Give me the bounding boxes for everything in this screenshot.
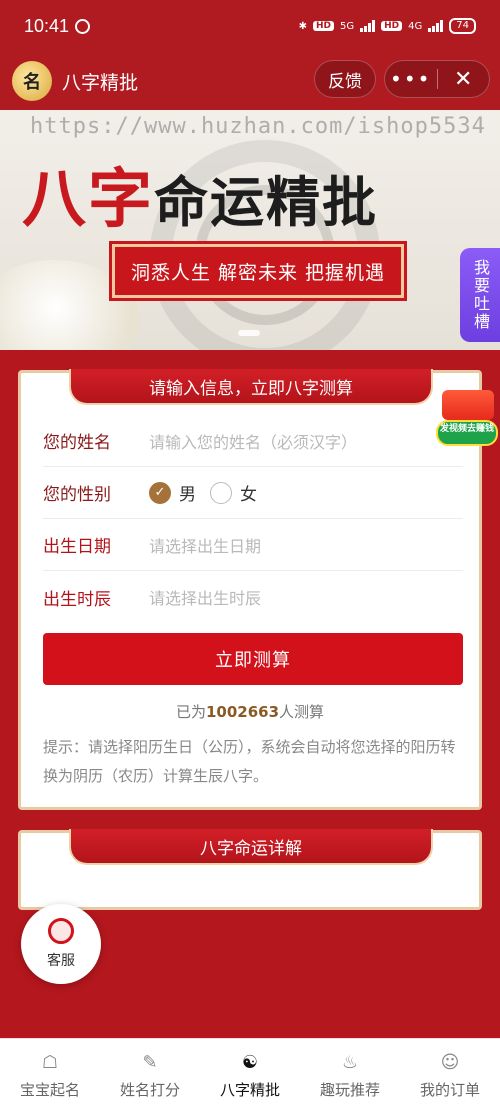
score-icon: ✎: [142, 1051, 158, 1073]
usage-count: 已为1002663人测算: [21, 701, 479, 722]
tab-bazi[interactable]: ☯ 八字精批: [200, 1039, 300, 1111]
tab-label: 宝宝起名: [19, 1081, 80, 1099]
more-icon[interactable]: •••: [385, 67, 437, 91]
status-indicators: ✱ HD 5G HD 4G 74: [299, 18, 476, 34]
customer-service-button[interactable]: 客服: [21, 904, 101, 984]
form-heading: 请输入信息，立即八字测算: [69, 369, 433, 405]
bazi-detail-card: 八字命运详解: [18, 829, 482, 910]
hd-badge: HD: [312, 21, 334, 31]
customer-service-label: 客服: [47, 953, 75, 969]
name-label: 您的姓名: [43, 433, 111, 453]
checked-icon: ✓: [149, 481, 171, 504]
app-logo: 名: [12, 61, 52, 101]
app-header: 名 八字精批 反馈 ••• ✕: [0, 52, 500, 110]
complain-button[interactable]: 我要吐槽: [460, 248, 500, 342]
hd-badge-2: HD: [381, 21, 403, 31]
gender-female-radio[interactable]: 女: [210, 480, 257, 505]
banner-title-black: 命运精批: [154, 170, 378, 234]
alarm-icon: [75, 18, 91, 34]
feedback-button[interactable]: 反馈: [314, 60, 376, 98]
tab-my-orders[interactable]: ☺ 我的订单: [400, 1039, 500, 1111]
tab-fun-recommend[interactable]: ♨ 趣玩推荐: [300, 1039, 400, 1111]
tab-label: 八字精批: [219, 1081, 280, 1099]
name-row: 您的姓名 请输入您的姓名（必须汉字）: [43, 415, 463, 467]
status-time: 10:41: [24, 15, 70, 36]
bazi-form-card: 请输入信息，立即八字测算 您的姓名 请输入您的姓名（必须汉字） 您的性别 ✓ 男…: [18, 369, 482, 810]
close-icon[interactable]: ✕: [437, 67, 489, 92]
hint-text: 提示：请选择阳历生日（公历），系统会自动将您选择的阳历转换为阴历（农历）计算生辰…: [43, 738, 456, 785]
unchecked-icon: [210, 481, 232, 504]
count-value: 1002663: [205, 703, 280, 721]
birth-hour-row: 出生时辰 请选择出生时辰: [43, 571, 463, 623]
submit-button[interactable]: 立即测算: [43, 633, 463, 685]
network-5g-label: 5G: [340, 20, 355, 32]
gender-male-label: 男: [179, 485, 196, 505]
birth-hour-label: 出生时辰: [43, 589, 111, 610]
battery-icon: 74: [449, 18, 476, 34]
status-bar: 10:41 ✱ HD 5G HD 4G 74: [0, 0, 500, 52]
banner-title: 八字命运精批: [22, 148, 378, 240]
user-icon: ☺: [440, 1051, 460, 1073]
video-earn-badge[interactable]: 发视频去赚钱: [436, 390, 498, 448]
baby-icon: ☖: [41, 1051, 59, 1073]
signal-icon: [360, 20, 376, 32]
birth-date-label: 出生日期: [43, 537, 111, 557]
tab-label: 趣玩推荐: [319, 1081, 380, 1099]
count-prefix: 已为: [175, 703, 206, 721]
banner-slogan: 洞悉人生 解密未来 把握机遇: [112, 244, 404, 298]
network-4g-label: 4G: [408, 20, 423, 32]
birth-date-picker[interactable]: 请选择出生日期: [149, 533, 261, 557]
tab-baby-naming[interactable]: ☖ 宝宝起名: [0, 1039, 100, 1111]
headset-icon: [48, 918, 74, 944]
video-earn-label: 发视频去赚钱: [436, 420, 498, 446]
carousel-indicator: [238, 330, 260, 336]
gender-label: 您的性别: [43, 485, 111, 505]
birth-date-row: 出生日期 请选择出生日期: [43, 519, 463, 571]
red-envelope-icon: [442, 390, 494, 420]
tab-label: 姓名打分: [119, 1081, 180, 1099]
logo-char: 名: [23, 72, 41, 93]
banner-watermark: https://www.huzhan.com/ishop5534: [30, 114, 486, 139]
gender-female-label: 女: [240, 485, 257, 505]
banner[interactable]: https://www.huzhan.com/ishop5534 八字命运精批 …: [0, 110, 500, 350]
tab-label: 我的订单: [419, 1081, 480, 1099]
page-title: 八字精批: [62, 71, 139, 94]
flame-icon: ♨: [341, 1051, 359, 1073]
yin-yang-icon: ☯: [241, 1051, 259, 1073]
gender-male-radio[interactable]: ✓ 男: [149, 480, 196, 505]
mini-program-capsule: ••• ✕: [384, 60, 490, 98]
count-suffix: 人测算: [279, 703, 325, 721]
name-input[interactable]: 请输入您的姓名（必须汉字）: [149, 429, 357, 453]
banner-title-red: 八字: [22, 162, 154, 237]
bottom-tab-bar: ☖ 宝宝起名 ✎ 姓名打分 ☯ 八字精批 ♨ 趣玩推荐 ☺ 我的订单: [0, 1038, 500, 1111]
birth-hour-picker[interactable]: 请选择出生时辰: [149, 585, 261, 609]
signal-icon-2: [428, 20, 444, 32]
gender-row: 您的性别 ✓ 男 女: [43, 467, 463, 519]
detail-heading: 八字命运详解: [69, 829, 433, 865]
bluetooth-icon: ✱: [298, 20, 307, 32]
tab-name-score[interactable]: ✎ 姓名打分: [100, 1039, 200, 1111]
